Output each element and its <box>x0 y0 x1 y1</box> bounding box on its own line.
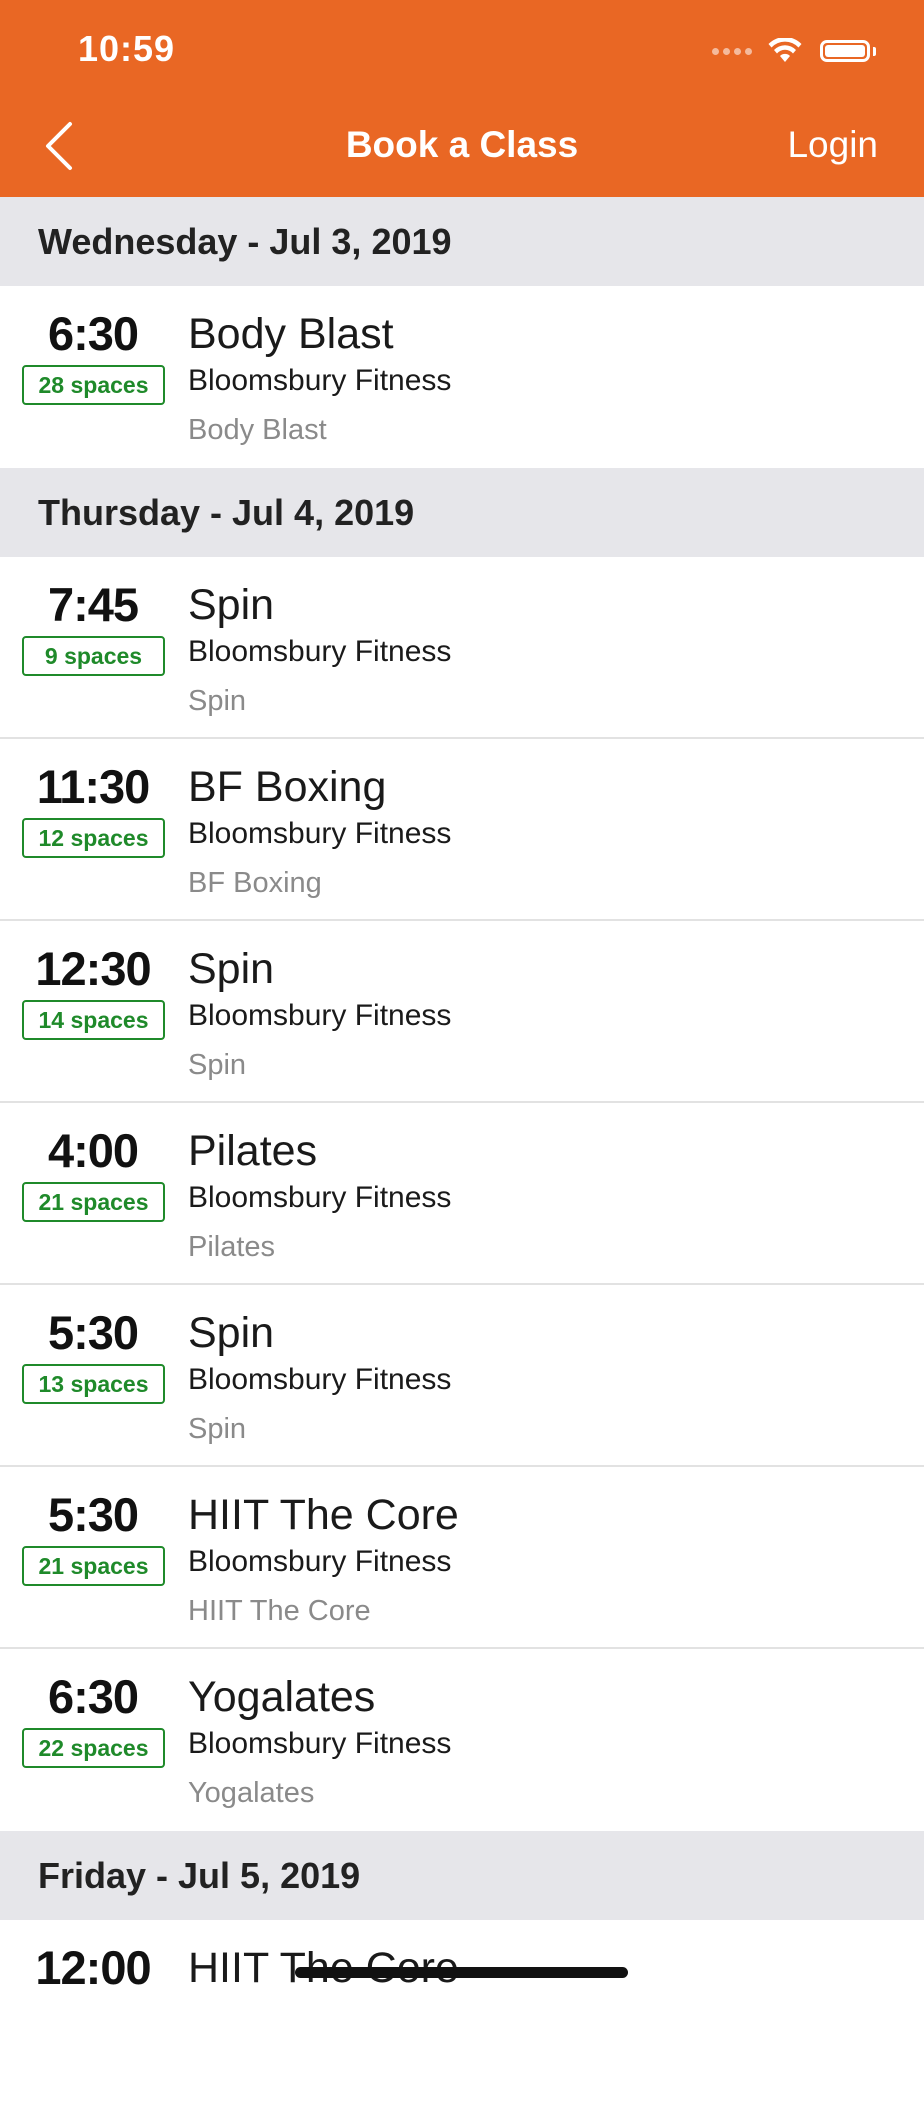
class-row[interactable]: 4:00 21 spaces Pilates Bloomsbury Fitnes… <box>0 1103 924 1285</box>
class-time: 5:30 <box>47 1488 139 1541</box>
class-time: 6:30 <box>47 307 139 360</box>
class-time: 12:30 <box>35 942 151 995</box>
class-row[interactable]: 12:30 14 spaces Spin Bloomsbury Fitness … <box>0 921 924 1103</box>
class-subtitle: Spin <box>188 1049 247 1081</box>
spaces-badge: 14 spaces <box>22 1000 165 1040</box>
class-title: Yogalates <box>188 1673 376 1721</box>
class-studio: Bloomsbury Fitness <box>188 364 452 397</box>
class-studio: Bloomsbury Fitness <box>188 635 452 668</box>
home-indicator[interactable] <box>295 1967 628 1978</box>
day-header: Friday - Jul 5, 2019 <box>0 1831 924 1920</box>
class-row[interactable]: 12:00 HIIT The Core <box>0 1920 924 2102</box>
class-title: Pilates <box>188 1127 318 1175</box>
battery-icon <box>820 40 876 62</box>
class-studio: Bloomsbury Fitness <box>188 1181 452 1214</box>
class-time: 7:45 <box>47 578 139 631</box>
class-row[interactable]: 6:30 28 spaces Body Blast Bloomsbury Fit… <box>0 286 924 468</box>
class-title: HIIT The Core <box>188 1491 459 1539</box>
class-list[interactable]: Wednesday - Jul 3, 2019 6:30 28 spaces B… <box>0 197 924 2102</box>
class-time: 6:30 <box>47 1670 139 1723</box>
class-title: Spin <box>188 1309 275 1357</box>
day-header: Thursday - Jul 4, 2019 <box>0 468 924 557</box>
spaces-badge: 12 spaces <box>22 818 165 858</box>
class-subtitle: Yogalates <box>188 1777 315 1809</box>
class-row[interactable]: 5:30 21 spaces HIIT The Core Bloomsbury … <box>0 1467 924 1649</box>
class-row[interactable]: 6:30 22 spaces Yogalates Bloomsbury Fitn… <box>0 1649 924 1831</box>
class-studio: Bloomsbury Fitness <box>188 999 452 1032</box>
class-subtitle: Pilates <box>188 1231 276 1263</box>
spaces-badge: 13 spaces <box>22 1364 165 1404</box>
class-time: 11:30 <box>36 760 151 813</box>
class-subtitle: HIIT The Core <box>188 1595 371 1627</box>
navigation-bar: 10:59 Book a Class Login <box>0 0 924 197</box>
class-title: Body Blast <box>188 310 394 358</box>
class-studio: Bloomsbury Fitness <box>188 1363 452 1396</box>
spaces-badge: 22 spaces <box>22 1728 165 1768</box>
class-subtitle: Spin <box>188 1413 247 1445</box>
class-studio: Bloomsbury Fitness <box>188 1727 452 1760</box>
status-time: 10:59 <box>78 28 176 69</box>
class-title: Spin <box>188 581 275 629</box>
class-time: 5:30 <box>47 1306 139 1359</box>
class-studio: Bloomsbury Fitness <box>188 817 452 850</box>
class-row[interactable]: 7:45 9 spaces Spin Bloomsbury Fitness Sp… <box>0 557 924 739</box>
page-title: Book a Class <box>345 124 579 165</box>
class-time: 4:00 <box>47 1124 139 1177</box>
class-title: Spin <box>188 945 275 993</box>
class-time: 12:00 <box>35 1941 151 1994</box>
spaces-badge: 21 spaces <box>22 1546 165 1586</box>
class-subtitle: Body Blast <box>188 414 327 446</box>
day-header: Wednesday - Jul 3, 2019 <box>0 197 924 286</box>
class-title: BF Boxing <box>188 763 387 811</box>
class-subtitle: Spin <box>188 685 247 717</box>
cellular-signal-icon <box>712 47 756 55</box>
spaces-badge: 21 spaces <box>22 1182 165 1222</box>
class-studio: Bloomsbury Fitness <box>188 1545 452 1578</box>
status-icons <box>712 34 876 68</box>
spaces-badge: 28 spaces <box>22 365 165 405</box>
wifi-icon <box>768 38 802 64</box>
class-row[interactable]: 11:30 12 spaces BF Boxing Bloomsbury Fit… <box>0 739 924 921</box>
class-row[interactable]: 5:30 13 spaces Spin Bloomsbury Fitness S… <box>0 1285 924 1467</box>
login-button[interactable]: Login <box>787 124 878 166</box>
class-subtitle: BF Boxing <box>188 867 322 899</box>
spaces-badge: 9 spaces <box>22 636 165 676</box>
